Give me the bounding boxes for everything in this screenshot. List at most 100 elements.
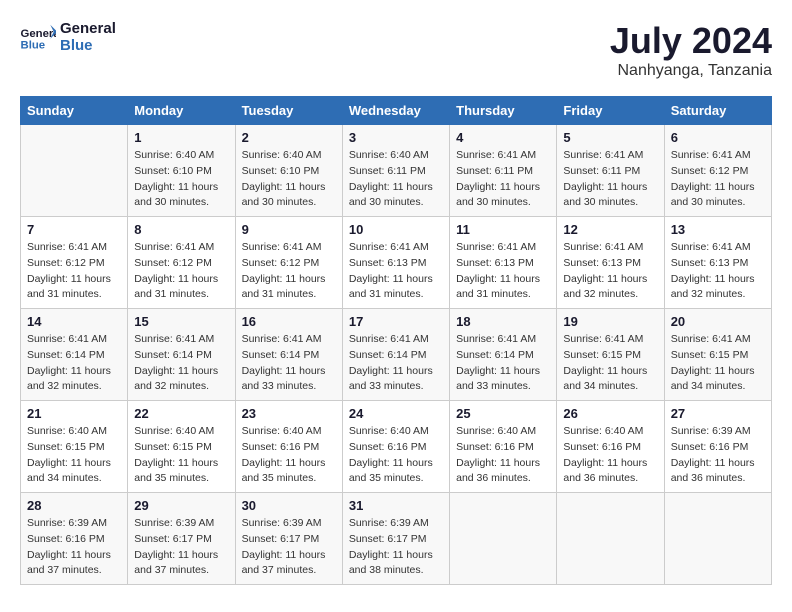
calendar-cell: 29 Sunrise: 6:39 AMSunset: 6:17 PMDayligh…: [128, 493, 235, 585]
day-number: 15: [134, 314, 228, 329]
day-number: 2: [242, 130, 336, 145]
day-info: Sunrise: 6:41 AMSunset: 6:13 PMDaylight:…: [671, 240, 765, 303]
calendar-cell: 6 Sunrise: 6:41 AMSunset: 6:12 PMDaylight…: [664, 125, 771, 217]
day-info: Sunrise: 6:41 AMSunset: 6:13 PMDaylight:…: [349, 240, 443, 303]
day-info: Sunrise: 6:41 AMSunset: 6:12 PMDaylight:…: [27, 240, 121, 303]
calendar-cell: 24Sunrise: 6:40 AMSunset: 6:16 PMDayligh…: [342, 401, 449, 493]
day-number: 18: [456, 314, 550, 329]
column-header-thursday: Thursday: [450, 97, 557, 125]
day-info: Sunrise: 6:41 AMSunset: 6:13 PMDaylight:…: [563, 240, 657, 303]
day-info: Sunrise: 6:39 AMSunset: 6:17 PMDaylight:…: [134, 516, 228, 579]
day-number: 5: [563, 130, 657, 145]
day-info: Sunrise: 6:41 AMSunset: 6:14 PMDaylight:…: [456, 332, 550, 395]
calendar-cell: 4Sunrise: 6:41 AMSunset: 6:11 PMDaylight…: [450, 125, 557, 217]
calendar-cell: 8 Sunrise: 6:41 AMSunset: 6:12 PMDaylight…: [128, 217, 235, 309]
day-number: 20: [671, 314, 765, 329]
day-info: Sunrise: 6:39 AMSunset: 6:16 PMDaylight:…: [27, 516, 121, 579]
calendar-cell: 21 Sunrise: 6:40 AMSunset: 6:15 PMDayligh…: [21, 401, 128, 493]
svg-text:Blue: Blue: [21, 40, 46, 52]
day-info: Sunrise: 6:40 AMSunset: 6:10 PMDaylight:…: [134, 148, 228, 211]
calendar-cell: 3 Sunrise: 6:40 AMSunset: 6:11 PMDaylight…: [342, 125, 449, 217]
day-number: 27: [671, 406, 765, 421]
column-header-sunday: Sunday: [21, 97, 128, 125]
day-number: 12: [563, 222, 657, 237]
day-info: Sunrise: 6:40 AMSunset: 6:15 PMDaylight:…: [134, 424, 228, 487]
calendar-cell: 7Sunrise: 6:41 AMSunset: 6:12 PMDaylight…: [21, 217, 128, 309]
day-number: 11: [456, 222, 550, 237]
day-info: Sunrise: 6:41 AMSunset: 6:14 PMDaylight:…: [134, 332, 228, 395]
day-number: 8: [134, 222, 228, 237]
calendar-week-row: 21 Sunrise: 6:40 AMSunset: 6:15 PMDayligh…: [21, 401, 772, 493]
calendar-week-row: 7Sunrise: 6:41 AMSunset: 6:12 PMDaylight…: [21, 217, 772, 309]
calendar-cell: 19 Sunrise: 6:41 AMSunset: 6:15 PMDayligh…: [557, 309, 664, 401]
day-info: Sunrise: 6:40 AMSunset: 6:16 PMDaylight:…: [242, 424, 336, 487]
logo-line1: General: [60, 20, 140, 37]
calendar-cell: 9Sunrise: 6:41 AMSunset: 6:12 PMDaylight…: [235, 217, 342, 309]
calendar-cell: [664, 493, 771, 585]
calendar-cell: 30 Sunrise: 6:39 AMSunset: 6:17 PMDayligh…: [235, 493, 342, 585]
calendar-cell: 2 Sunrise: 6:40 AMSunset: 6:10 PMDaylight…: [235, 125, 342, 217]
calendar-cell: [557, 493, 664, 585]
day-number: 9: [242, 222, 336, 237]
column-header-wednesday: Wednesday: [342, 97, 449, 125]
day-info: Sunrise: 6:41 AMSunset: 6:15 PMDaylight:…: [671, 332, 765, 395]
day-number: 26: [563, 406, 657, 421]
day-info: Sunrise: 6:39 AMSunset: 6:16 PMDaylight:…: [671, 424, 765, 487]
day-number: 28: [27, 498, 121, 513]
logo: General Blue General Blue: [20, 20, 140, 55]
day-info: Sunrise: 6:41 AMSunset: 6:13 PMDaylight:…: [456, 240, 550, 303]
calendar-cell: 12 Sunrise: 6:41 AMSunset: 6:13 PMDayligh…: [557, 217, 664, 309]
day-info: Sunrise: 6:41 AMSunset: 6:12 PMDaylight:…: [134, 240, 228, 303]
day-info: Sunrise: 6:40 AMSunset: 6:11 PMDaylight:…: [349, 148, 443, 211]
calendar-cell: 11 Sunrise: 6:41 AMSunset: 6:13 PMDayligh…: [450, 217, 557, 309]
day-info: Sunrise: 6:40 AMSunset: 6:15 PMDaylight:…: [27, 424, 121, 487]
day-number: 23: [242, 406, 336, 421]
calendar-cell: [21, 125, 128, 217]
day-info: Sunrise: 6:41 AMSunset: 6:11 PMDaylight:…: [563, 148, 657, 211]
logo-icon: General Blue: [20, 23, 56, 51]
day-info: Sunrise: 6:40 AMSunset: 6:16 PMDaylight:…: [563, 424, 657, 487]
calendar-cell: [450, 493, 557, 585]
day-number: 22: [134, 406, 228, 421]
calendar-cell: 5 Sunrise: 6:41 AMSunset: 6:11 PMDaylight…: [557, 125, 664, 217]
page-header: General Blue General Blue July 2024 Nanh…: [20, 20, 772, 80]
day-number: 4: [456, 130, 550, 145]
calendar-cell: 25 Sunrise: 6:40 AMSunset: 6:16 PMDayligh…: [450, 401, 557, 493]
calendar-cell: 26 Sunrise: 6:40 AMSunset: 6:16 PMDayligh…: [557, 401, 664, 493]
calendar-cell: 1 Sunrise: 6:40 AMSunset: 6:10 PMDaylight…: [128, 125, 235, 217]
day-number: 19: [563, 314, 657, 329]
day-number: 29: [134, 498, 228, 513]
day-number: 1: [134, 130, 228, 145]
column-header-friday: Friday: [557, 97, 664, 125]
column-header-monday: Monday: [128, 97, 235, 125]
calendar-cell: 27 Sunrise: 6:39 AMSunset: 6:16 PMDayligh…: [664, 401, 771, 493]
calendar-cell: 14 Sunrise: 6:41 AMSunset: 6:14 PMDayligh…: [21, 309, 128, 401]
column-header-tuesday: Tuesday: [235, 97, 342, 125]
calendar-table: SundayMondayTuesdayWednesdayThursdayFrid…: [20, 96, 772, 585]
calendar-week-row: 28 Sunrise: 6:39 AMSunset: 6:16 PMDayligh…: [21, 493, 772, 585]
calendar-cell: 16 Sunrise: 6:41 AMSunset: 6:14 PMDayligh…: [235, 309, 342, 401]
day-info: Sunrise: 6:41 AMSunset: 6:14 PMDaylight:…: [27, 332, 121, 395]
day-info: Sunrise: 6:40 AMSunset: 6:10 PMDaylight:…: [242, 148, 336, 211]
day-number: 10: [349, 222, 443, 237]
day-info: Sunrise: 6:40 AMSunset: 6:16 PMDaylight:…: [456, 424, 550, 487]
day-number: 3: [349, 130, 443, 145]
day-info: Sunrise: 6:41 AMSunset: 6:14 PMDaylight:…: [242, 332, 336, 395]
day-number: 17: [349, 314, 443, 329]
day-number: 31: [349, 498, 443, 513]
day-number: 25: [456, 406, 550, 421]
calendar-cell: 15 Sunrise: 6:41 AMSunset: 6:14 PMDayligh…: [128, 309, 235, 401]
day-info: Sunrise: 6:41 AMSunset: 6:14 PMDaylight:…: [349, 332, 443, 395]
day-number: 21: [27, 406, 121, 421]
calendar-cell: 10 Sunrise: 6:41 AMSunset: 6:13 PMDayligh…: [342, 217, 449, 309]
day-info: Sunrise: 6:40 AMSunset: 6:16 PMDaylight:…: [349, 424, 443, 487]
day-number: 16: [242, 314, 336, 329]
month-year: July 2024: [610, 20, 772, 62]
day-info: Sunrise: 6:41 AMSunset: 6:12 PMDaylight:…: [671, 148, 765, 211]
day-number: 30: [242, 498, 336, 513]
day-number: 6: [671, 130, 765, 145]
calendar-cell: 23 Sunrise: 6:40 AMSunset: 6:16 PMDayligh…: [235, 401, 342, 493]
day-number: 14: [27, 314, 121, 329]
day-info: Sunrise: 6:39 AMSunset: 6:17 PMDaylight:…: [242, 516, 336, 579]
day-info: Sunrise: 6:41 AMSunset: 6:15 PMDaylight:…: [563, 332, 657, 395]
